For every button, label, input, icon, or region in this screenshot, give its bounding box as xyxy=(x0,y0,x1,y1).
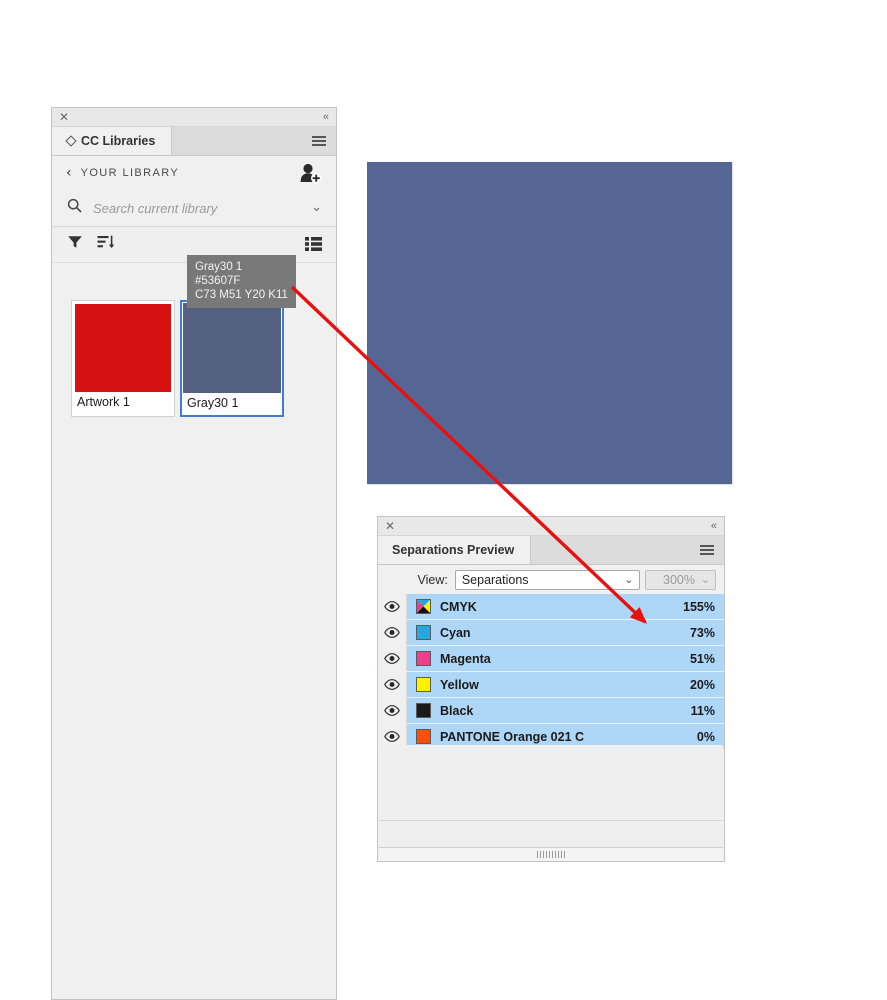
panel-resize-grip[interactable] xyxy=(379,848,723,861)
collapse-panel-icon[interactable]: « xyxy=(711,518,717,534)
cc-libraries-panel: ✕ « CC Libraries ‹ YOUR LIBRARY Search c… xyxy=(51,107,337,1000)
list-item[interactable]: Gray30 1 xyxy=(180,300,284,417)
ink-percent: 73% xyxy=(689,625,715,640)
collapse-panel-icon[interactable]: « xyxy=(323,109,329,125)
ink-color-chip xyxy=(416,651,431,666)
tab-separations-preview[interactable]: Separations Preview xyxy=(378,536,532,564)
ink-percent: 20% xyxy=(689,677,715,692)
separations-footer xyxy=(379,821,723,848)
ink-name: Yellow xyxy=(440,677,479,692)
table-row[interactable]: Cyan 73% xyxy=(378,620,724,646)
ink-name: Cyan xyxy=(440,625,471,640)
library-asset-grid: Artwork 1 Gray30 1 xyxy=(71,300,284,417)
eye-icon xyxy=(384,601,400,612)
grip-lines-icon xyxy=(537,851,565,858)
search-input[interactable]: Search current library xyxy=(93,201,217,216)
eye-icon xyxy=(384,731,400,742)
visibility-toggle-cell[interactable] xyxy=(378,698,407,723)
view-mode-select[interactable]: Separations ⌄ xyxy=(454,570,640,590)
visibility-toggle-cell[interactable] xyxy=(378,620,407,645)
visibility-toggle-cell[interactable] xyxy=(378,594,407,619)
separations-list: CMYK 155% Cyan 73% Magenta 51% Yellow 20… xyxy=(378,594,724,750)
ink-color-chip xyxy=(416,703,431,718)
separations-preview-panel: ✕ « Separations Preview View: Separation… xyxy=(377,516,725,862)
ink-percent: 0% xyxy=(696,729,715,744)
visibility-toggle-cell[interactable] xyxy=(378,646,407,671)
add-collaborator-icon[interactable] xyxy=(298,162,322,184)
breadcrumb-label: YOUR LIBRARY xyxy=(80,167,180,179)
search-bar[interactable]: Search current library ⌄ xyxy=(52,190,336,227)
tooltip-cmyk: C73 M51 Y20 K11 xyxy=(195,289,288,301)
ink-name: Magenta xyxy=(440,651,491,666)
eye-icon xyxy=(384,653,400,664)
separations-tabbar: Separations Preview xyxy=(378,536,724,565)
view-control-row: View: Separations ⌄ 300% ⌄ xyxy=(378,565,724,596)
chevron-down-icon: ⌄ xyxy=(700,574,710,586)
tab-cc-libraries[interactable]: CC Libraries xyxy=(52,127,173,155)
panel-menu-icon[interactable] xyxy=(312,136,326,146)
ink-name: Black xyxy=(440,703,474,718)
close-icon[interactable]: ✕ xyxy=(59,109,69,125)
list-item-label: Artwork 1 xyxy=(72,392,174,414)
list-item[interactable]: Artwork 1 xyxy=(71,300,175,417)
ink-percent: 155% xyxy=(683,599,715,614)
eye-icon xyxy=(384,705,400,716)
breadcrumb: ‹ YOUR LIBRARY xyxy=(52,156,336,190)
search-icon xyxy=(67,198,82,218)
chevron-down-icon: ⌄ xyxy=(624,574,634,586)
visibility-toggle-cell[interactable] xyxy=(378,672,407,697)
ink-color-chip xyxy=(416,677,431,692)
swatch-thumbnail[interactable] xyxy=(75,304,171,392)
artboard-rectangle[interactable] xyxy=(367,162,732,484)
tooltip-hex: #53607F xyxy=(195,275,241,287)
panel-menu-icon[interactable] xyxy=(700,545,714,555)
swatch-thumbnail[interactable] xyxy=(183,303,281,393)
tab-label: Separations Preview xyxy=(392,543,515,557)
tooltip-name: Gray30 1 xyxy=(195,261,243,273)
swatch-tooltip: Gray30 1 #53607F C73 M51 Y20 K11 xyxy=(187,255,296,308)
view-mode-value: Separations xyxy=(461,573,529,587)
filter-funnel-icon[interactable] xyxy=(67,234,83,255)
table-row[interactable]: Magenta 51% xyxy=(378,646,724,672)
ink-name: PANTONE Orange 021 C xyxy=(440,729,585,744)
ink-limit-value: 300% xyxy=(663,573,695,587)
ink-color-chip xyxy=(416,729,431,744)
sort-icon[interactable] xyxy=(97,234,115,255)
ink-name: CMYK xyxy=(440,599,477,614)
cc-libraries-titlebar: ✕ « xyxy=(52,108,336,127)
ink-color-chip xyxy=(416,625,431,640)
ink-limit-select: 300% ⌄ xyxy=(645,570,716,590)
back-chevron-icon[interactable]: ‹ xyxy=(66,166,72,180)
close-icon[interactable]: ✕ xyxy=(385,518,395,534)
separations-titlebar: ✕ « xyxy=(378,517,724,536)
chevron-down-icon[interactable]: ⌄ xyxy=(311,199,322,215)
tab-label: CC Libraries xyxy=(81,134,156,148)
ink-percent: 11% xyxy=(690,703,715,718)
list-view-icon[interactable] xyxy=(305,236,322,257)
view-label: View: xyxy=(417,573,448,587)
eye-icon xyxy=(384,627,400,638)
cc-libraries-tabbar: CC Libraries xyxy=(52,127,336,156)
list-item-label: Gray30 1 xyxy=(182,393,282,415)
separations-empty-area xyxy=(379,745,723,821)
table-row[interactable]: Black 11% xyxy=(378,698,724,724)
cmyk-composite-chip xyxy=(416,599,431,614)
eye-icon xyxy=(384,679,400,690)
ink-percent: 51% xyxy=(689,651,715,666)
panel-drag-dot-icon xyxy=(66,137,75,146)
table-row[interactable]: Yellow 20% xyxy=(378,672,724,698)
table-row[interactable]: CMYK 155% xyxy=(378,594,724,620)
